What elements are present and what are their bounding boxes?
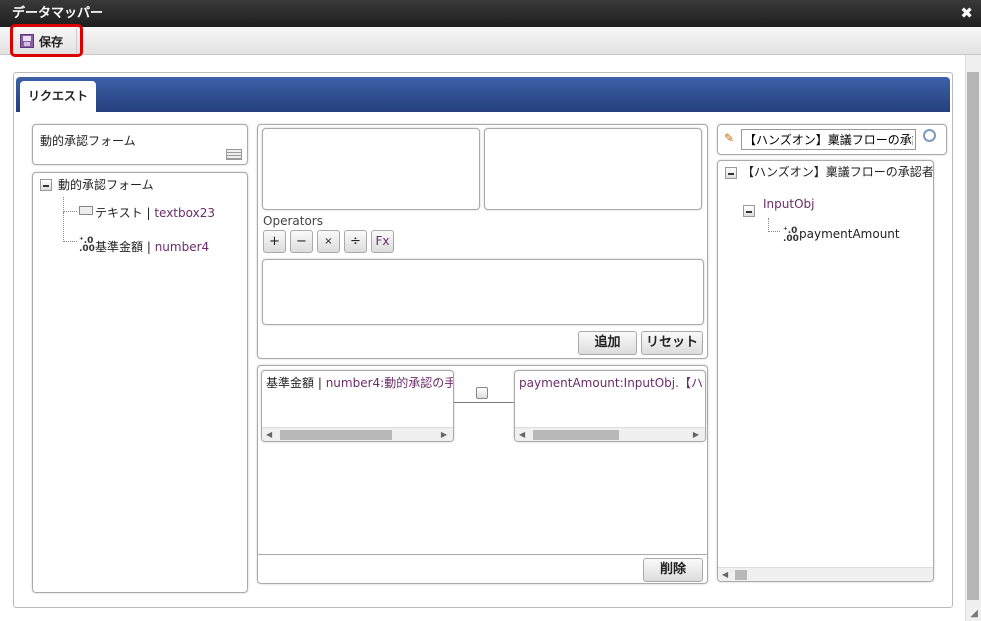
collapse-icon[interactable] [40, 179, 52, 191]
form-name-box: 動的承認フォーム [32, 124, 248, 165]
horizontal-scrollbar[interactable]: ◀ ▶ [262, 427, 453, 441]
mapping-source[interactable]: 基準金額 | number4:動的承認の手順 ◀ ▶ [261, 370, 454, 442]
toolbar [0, 27, 981, 55]
variable-tree: 【ハンズオン】稟議フローの承認者決定 InputObj ⁺.0.00 payme… [717, 160, 934, 582]
close-icon[interactable]: ✖ [960, 0, 973, 27]
tree-root[interactable]: 動的承認フォーム [58, 176, 154, 193]
delete-button[interactable]: 削除 [643, 558, 703, 582]
scrollbar-thumb[interactable] [967, 72, 979, 600]
number-icon: ⁺.0.00 [79, 236, 95, 254]
expression-textarea[interactable] [262, 259, 704, 325]
search-icon[interactable] [923, 129, 936, 142]
horizontal-scrollbar[interactable]: ◀ ▶ [515, 427, 705, 441]
form-list-icon[interactable] [226, 149, 242, 160]
mapping-target[interactable]: paymentAmount:InputObj.【ハンズオン】 ◀▶ [514, 370, 706, 442]
search-input[interactable] [741, 129, 916, 150]
save-label: 保存 [39, 34, 64, 49]
mapping-target-text: paymentAmount:InputObj.【ハンズオン】 [519, 376, 705, 390]
number-icon: ⁺.0.00 [783, 226, 799, 244]
target-field-box[interactable] [484, 128, 702, 210]
save-disk-icon [20, 34, 34, 48]
textbox-icon [79, 206, 93, 215]
collapse-icon[interactable] [743, 205, 755, 217]
plus-button[interactable]: + [263, 230, 286, 253]
save-button[interactable]: 保存 [12, 28, 77, 54]
tree-item-inputobj[interactable]: InputObj [763, 197, 814, 211]
tree-item-number[interactable]: 基準金額 | number4 [95, 238, 209, 255]
reset-button[interactable]: リセット [641, 331, 703, 355]
mapping-source-text: 基準金額 | number4:動的承認の手順 [266, 376, 454, 390]
source-field-box[interactable] [262, 128, 480, 210]
search-box: ✎ [717, 124, 947, 155]
tree-item-paymentamount[interactable]: paymentAmount [799, 227, 900, 241]
resize-grip-icon[interactable]: ◢ [970, 608, 978, 619]
operators-label: Operators [263, 214, 323, 228]
form-tree: 動的承認フォーム テキスト | textbox23 ⁺.0.00 基準金額 | … [32, 172, 248, 593]
horizontal-scrollbar[interactable]: ◀ [718, 567, 933, 581]
function-button[interactable]: Fx [371, 230, 394, 253]
tab-bar [16, 77, 950, 112]
tab-request[interactable]: リクエスト [20, 81, 96, 112]
form-name: 動的承認フォーム [40, 134, 136, 148]
tree-item-textbox[interactable]: テキスト | textbox23 [95, 204, 215, 221]
mapping-connector [454, 402, 514, 403]
divide-button[interactable]: ÷ [344, 230, 367, 253]
window-title: データマッパー [0, 0, 981, 27]
mapping-checkbox[interactable] [476, 387, 488, 399]
collapse-icon[interactable] [725, 167, 737, 179]
multiply-button[interactable]: × [317, 230, 340, 253]
add-button[interactable]: 追加 [578, 331, 637, 355]
tree-root[interactable]: 【ハンズオン】稟議フローの承認者決定 [742, 163, 933, 180]
pencil-icon: ✎ [724, 131, 735, 145]
minus-button[interactable]: − [290, 230, 313, 253]
